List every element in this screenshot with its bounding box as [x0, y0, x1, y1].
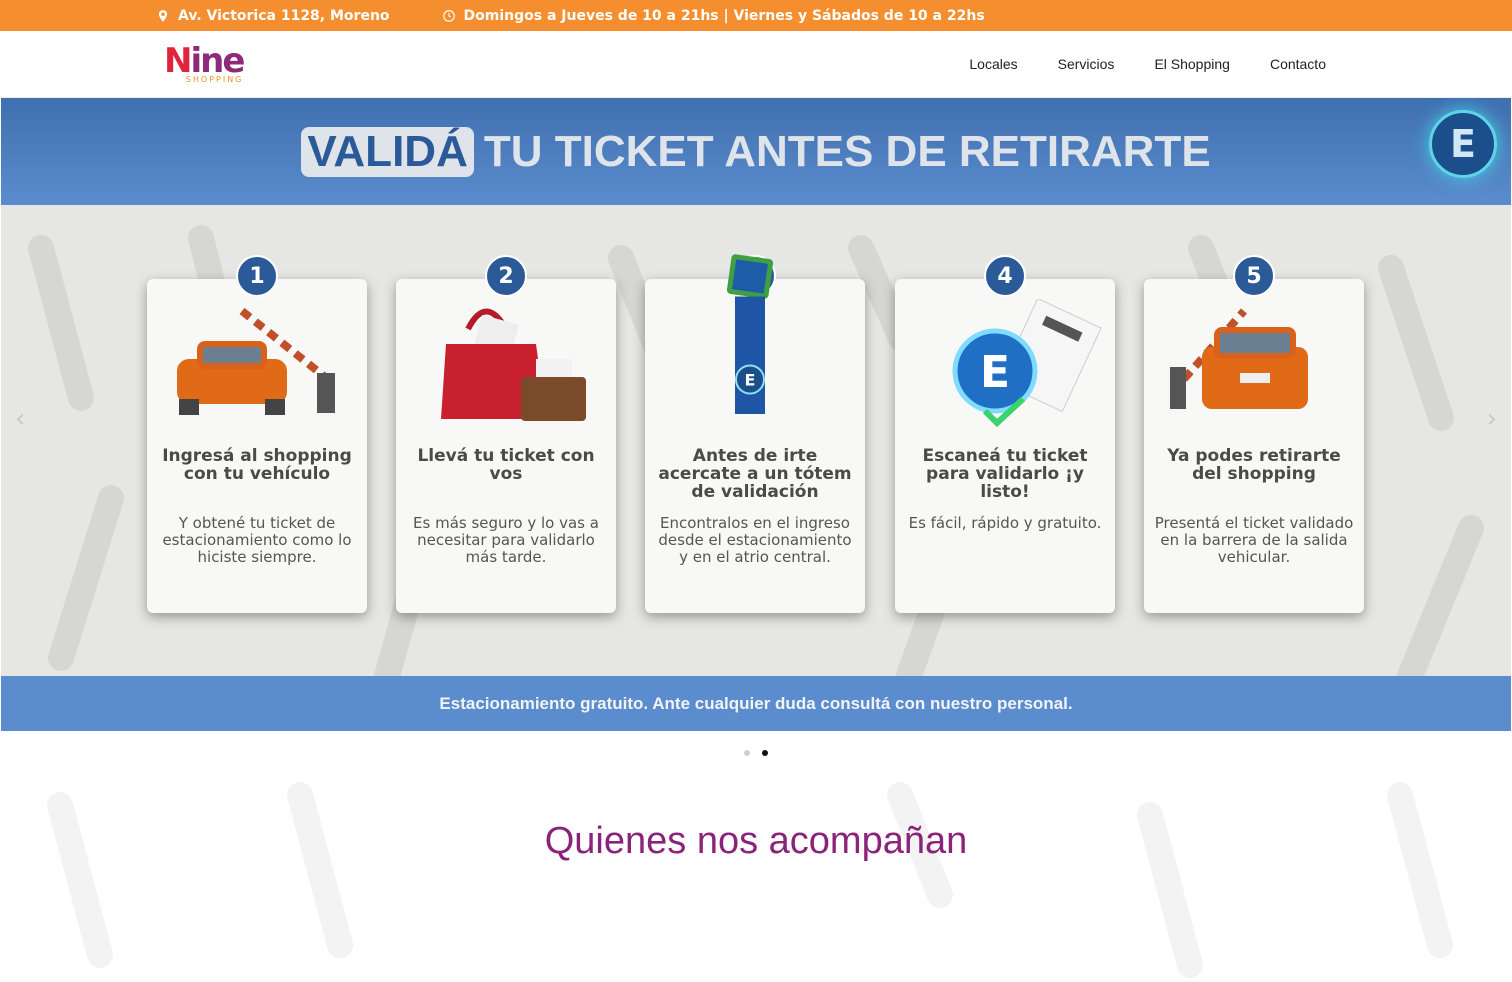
- partners-title: Quienes nos acompañan: [544, 820, 968, 862]
- step-desc: Encontralos en el ingreso desde el estac…: [658, 514, 852, 566]
- carousel-dots: [0, 731, 1512, 775]
- kiosk-icon: E: [726, 254, 774, 414]
- step-card-3: 3 E Antes de irte acercate a un tótem de…: [645, 254, 865, 613]
- step-desc: Presentá el ticket validado en la barrer…: [1154, 514, 1354, 566]
- svg-text:E: E: [980, 347, 1010, 398]
- carousel-dot-2[interactable]: [762, 750, 768, 756]
- location-pin-icon: [158, 9, 168, 22]
- validation-badge-icon: E: [1429, 110, 1497, 178]
- step-title: Escaneá tu ticket para validarlo ¡y list…: [922, 446, 1088, 502]
- top-info-bar: Av. Victorica 1128, Moreno Domingos a Ju…: [0, 0, 1512, 31]
- banner-footer: Estacionamiento gratuito. Ante cualquier…: [1, 676, 1511, 731]
- prev-slide-arrow[interactable]: ‹: [15, 404, 25, 434]
- step-number: 4: [984, 255, 1026, 297]
- banner-header: VALIDÁ TU TICKET ANTES DE RETIRARTE E: [1, 98, 1511, 205]
- nine-shopping-logo[interactable]: Nine SHOPPING: [164, 44, 245, 84]
- hours-info: Domingos a Jueves de 10 a 21hs | Viernes…: [442, 8, 985, 24]
- step-title: Antes de irte acercate a un tótem de val…: [658, 446, 852, 502]
- next-slide-arrow[interactable]: ›: [1487, 404, 1497, 434]
- step-desc: Es fácil, rápido y gratuito.: [908, 514, 1102, 532]
- partners-section: Quienes nos acompañan: [0, 775, 1512, 981]
- scan-ticket-icon: E: [952, 299, 1102, 428]
- title-highlight: VALIDÁ: [301, 126, 474, 177]
- car-exit-icon: [1170, 308, 1308, 409]
- step-number: 2: [485, 255, 527, 297]
- step-card-2: 2 Llevá tu ticket con vos Es más seguro …: [396, 255, 616, 613]
- banner-title: TU TICKET ANTES DE RETIRARTE: [483, 126, 1211, 176]
- step-desc: Es más seguro y lo vas a necesitar para …: [413, 514, 599, 566]
- step-title: Ingresá al shopping con tu vehículo: [162, 446, 352, 484]
- bag-wallet-icon: [441, 308, 586, 421]
- car-barrier-icon: [177, 307, 335, 415]
- svg-text:E: E: [745, 371, 756, 390]
- parking-banner-slide: VALIDÁ TU TICKET ANTES DE RETIRARTE E ‹ …: [1, 98, 1511, 731]
- nav-item-contacto[interactable]: Contacto: [1270, 56, 1326, 72]
- step-title: Llevá tu ticket con vos: [417, 446, 595, 484]
- step-number: 5: [1233, 255, 1275, 297]
- nav-item-el-shopping[interactable]: El Shopping: [1154, 56, 1230, 72]
- background-pattern: [47, 782, 1453, 978]
- step-card-4: 4 E Escaneá tu ticket para validarlo ¡y …: [895, 255, 1115, 613]
- address-info: Av. Victorica 1128, Moreno: [156, 8, 390, 24]
- step-desc: Y obtené tu ticket de estacionamiento co…: [162, 514, 352, 566]
- nav-menu: Locales Servicios El Shopping Contacto: [969, 56, 1326, 72]
- nav-item-locales[interactable]: Locales: [969, 56, 1017, 72]
- nav-item-servicios[interactable]: Servicios: [1058, 56, 1115, 72]
- logo-sub: SHOPPING: [185, 75, 244, 84]
- hours-text: Domingos a Jueves de 10 a 21hs | Viernes…: [463, 7, 985, 24]
- step-number: 1: [236, 255, 278, 297]
- main-navbar: Nine SHOPPING Locales Servicios El Shopp…: [0, 31, 1512, 98]
- step-card-1: 1 Ingresá al shopping con tu vehículo Y …: [147, 255, 367, 613]
- step-card-5: 5 Ya podes retirarte del shopping Presen…: [1144, 255, 1364, 613]
- address-text: Av. Victorica 1128, Moreno: [178, 7, 390, 24]
- step-title: Ya podes retirarte del shopping: [1167, 446, 1341, 484]
- carousel-dot-1[interactable]: [744, 750, 750, 756]
- clock-icon: [442, 9, 455, 22]
